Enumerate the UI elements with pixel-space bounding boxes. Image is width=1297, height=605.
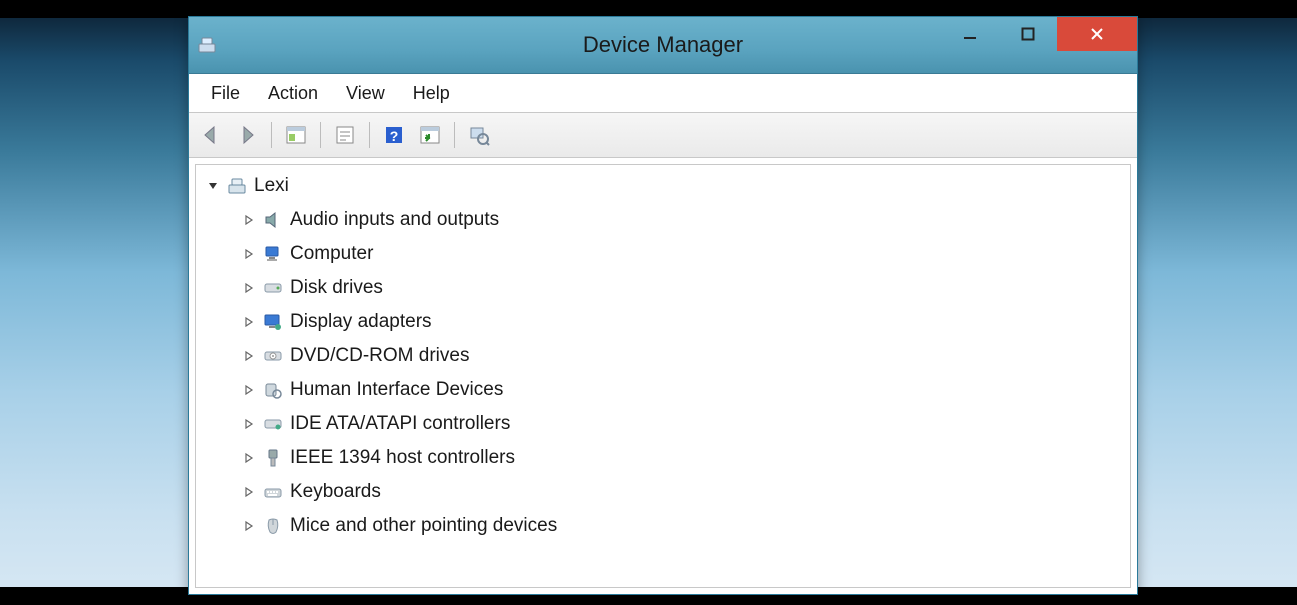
close-button[interactable]	[1057, 17, 1137, 51]
tree-node[interactable]: Disk drives	[196, 271, 1130, 305]
window-controls	[941, 17, 1137, 51]
expand-icon[interactable]	[240, 449, 258, 467]
titlebar[interactable]: Device Manager	[189, 17, 1137, 74]
tree-node-label: Human Interface Devices	[290, 379, 503, 401]
expand-icon[interactable]	[240, 517, 258, 535]
help-button[interactable]: ?	[380, 121, 408, 149]
expand-icon[interactable]	[240, 381, 258, 399]
app-icon	[197, 35, 217, 55]
tree-node[interactable]: Audio inputs and outputs	[196, 203, 1130, 237]
tree-node-label: Disk drives	[290, 277, 383, 299]
expand-icon[interactable]	[240, 483, 258, 501]
toolbar: ?	[189, 113, 1137, 158]
expand-icon[interactable]	[240, 347, 258, 365]
mouse-icon	[262, 515, 284, 537]
tree-node[interactable]: Mice and other pointing devices	[196, 509, 1130, 543]
expand-icon[interactable]	[240, 279, 258, 297]
expand-icon[interactable]	[240, 211, 258, 229]
keyboard-icon	[262, 481, 284, 503]
tree-node-label: Display adapters	[290, 311, 432, 333]
tree-node[interactable]: Display adapters	[196, 305, 1130, 339]
tree-node[interactable]: Keyboards	[196, 475, 1130, 509]
optical-icon	[262, 345, 284, 367]
tree-node[interactable]: IDE ATA/ATAPI controllers	[196, 407, 1130, 441]
menu-view[interactable]: View	[332, 79, 399, 108]
expand-icon[interactable]	[240, 415, 258, 433]
update-driver-button[interactable]	[465, 121, 493, 149]
menu-help[interactable]: Help	[399, 79, 464, 108]
device-manager-window: Device Manager File Action View Help	[188, 16, 1138, 595]
svg-text:?: ?	[390, 128, 399, 144]
tree-node-label: Lexi	[254, 175, 289, 197]
menubar: File Action View Help	[189, 74, 1137, 113]
toolbar-separator	[271, 122, 272, 148]
computer-root-icon	[226, 175, 248, 197]
expand-icon[interactable]	[240, 313, 258, 331]
back-button[interactable]	[197, 121, 225, 149]
toolbar-separator	[454, 122, 455, 148]
toolbar-separator	[320, 122, 321, 148]
device-tree[interactable]: Lexi Audio inputs and outputs Computer Dis…	[195, 164, 1131, 588]
scan-hardware-button[interactable]	[416, 121, 444, 149]
properties-button[interactable]	[331, 121, 359, 149]
tree-node[interactable]: IEEE 1394 host controllers	[196, 441, 1130, 475]
firewire-icon	[262, 447, 284, 469]
maximize-button[interactable]	[999, 17, 1057, 51]
expand-icon[interactable]	[240, 245, 258, 263]
collapse-icon[interactable]	[204, 177, 222, 195]
menu-action[interactable]: Action	[254, 79, 332, 108]
tree-root-node[interactable]: Lexi	[196, 169, 1130, 203]
minimize-button[interactable]	[941, 17, 999, 51]
computer-icon	[262, 243, 284, 265]
tree-node-label: DVD/CD-ROM drives	[290, 345, 469, 367]
toolbar-separator	[369, 122, 370, 148]
tree-node-label: Keyboards	[290, 481, 381, 503]
hid-icon	[262, 379, 284, 401]
tree-node-label: Computer	[290, 243, 373, 265]
menu-file[interactable]: File	[197, 79, 254, 108]
tree-node-label: IDE ATA/ATAPI controllers	[290, 413, 510, 435]
tree-node-label: IEEE 1394 host controllers	[290, 447, 515, 469]
tree-node[interactable]: Computer	[196, 237, 1130, 271]
forward-button[interactable]	[233, 121, 261, 149]
disk-icon	[262, 277, 284, 299]
ide-icon	[262, 413, 284, 435]
display-icon	[262, 311, 284, 333]
client-area: Lexi Audio inputs and outputs Computer Dis…	[189, 158, 1137, 594]
show-hide-tree-button[interactable]	[282, 121, 310, 149]
tree-node[interactable]: DVD/CD-ROM drives	[196, 339, 1130, 373]
desktop-background: Device Manager File Action View Help	[0, 0, 1297, 605]
tree-node[interactable]: Human Interface Devices	[196, 373, 1130, 407]
tree-node-label: Audio inputs and outputs	[290, 209, 499, 231]
speaker-icon	[262, 209, 284, 231]
tree-node-label: Mice and other pointing devices	[290, 515, 557, 537]
